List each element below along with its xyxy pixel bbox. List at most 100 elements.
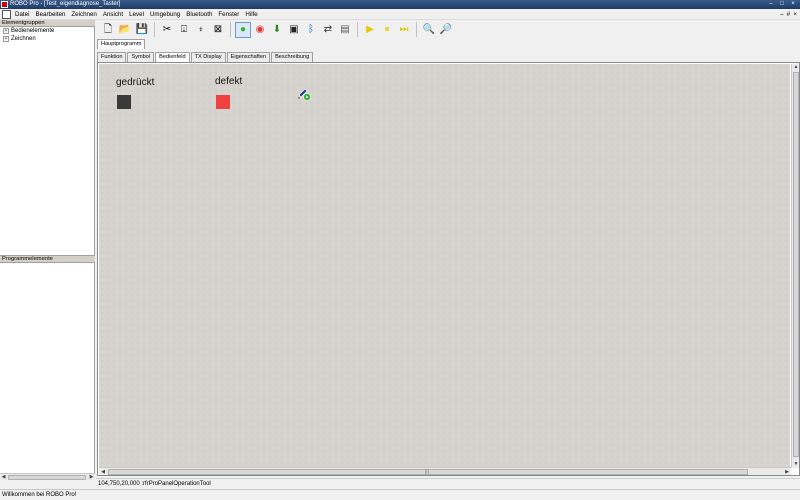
menu-ansicht[interactable]: Ansicht — [100, 9, 126, 20]
stop-button[interactable]: ◉ — [252, 22, 268, 38]
toolbar-separator — [416, 22, 417, 37]
com-usb-icon: ⇄ — [323, 23, 333, 35]
program-elements-panel: Programmelemente — [0, 255, 95, 480]
new-file-icon: 🗋 — [103, 23, 113, 35]
copy-subprogram-icon: ⍖ — [198, 23, 204, 35]
cut-button[interactable]: ✂ — [159, 22, 175, 38]
expand-icon[interactable]: + — [3, 28, 9, 34]
menu-level[interactable]: Level — [126, 9, 147, 20]
menu-datei[interactable]: Datei — [12, 9, 32, 20]
window-controls: – □ × — [766, 0, 798, 9]
scroll-down-icon[interactable]: ▼ — [792, 461, 800, 468]
open-folder-icon: 📂 — [118, 23, 132, 35]
scrollbar-thumb[interactable] — [793, 72, 799, 457]
program-elements-header: Programmelemente — [0, 256, 95, 263]
panel-canvas[interactable]: gedrückt defekt — [99, 64, 790, 468]
delete-subprogram-button[interactable]: ⊠ — [210, 22, 226, 38]
element-groups-header: Elementgruppen — [0, 20, 95, 27]
menu-bearbeiten[interactable]: Bearbeiten — [32, 9, 68, 20]
cut-icon: ✂ — [162, 23, 172, 35]
tree-item-bedienelemente[interactable]: + Bedienelemente — [0, 27, 95, 35]
menu-fenster[interactable]: Fenster — [215, 9, 242, 20]
stop-icon: ◉ — [255, 23, 265, 35]
panel-editor: gedrückt defekt ▲ ▼ ◀ ||| ▶ — [97, 62, 800, 476]
tab-eigenschaften[interactable]: Eigenschaften — [226, 52, 271, 62]
tree-item-label: Bedienelemente — [11, 28, 55, 34]
operation-tool-cursor-icon — [296, 86, 312, 102]
toolbar: 🗋 📂 💾 ✂ ⍗ ⍖ ⊠ ● ◉ ⬇ ▣ ᛒ ⇄ ▤ ▶ ⏸ ⏭ 🔍 🔎 — [96, 20, 800, 39]
save-icon: 💾 — [135, 23, 149, 35]
delete-subprogram-icon: ⊠ — [213, 23, 223, 35]
menu-zeichnen[interactable]: Zeichnen — [68, 9, 99, 20]
mdi-restore-button[interactable]: # — [787, 9, 791, 20]
open-folder-button[interactable]: 📂 — [117, 22, 133, 38]
save-button[interactable]: 💾 — [134, 22, 150, 38]
menu-umgebung[interactable]: Umgebung — [147, 9, 183, 20]
menu-hilfe[interactable]: Hilfe — [242, 9, 260, 20]
vertical-scrollbar[interactable]: ▲ ▼ — [791, 64, 799, 468]
left-horizontal-scrollbar[interactable]: ◀ ▶ — [0, 473, 95, 480]
scroll-left-icon[interactable]: ◀ — [99, 468, 107, 476]
start-icon: ● — [239, 23, 247, 35]
zoom-out-button[interactable]: 🔍 — [421, 22, 437, 38]
bluetooth-button[interactable]: ᛒ — [303, 22, 319, 38]
tab-beschreibung[interactable]: Beschreibung — [271, 52, 314, 62]
step-icon: ⏭ — [399, 23, 409, 35]
scroll-up-icon[interactable]: ▲ — [792, 64, 800, 71]
left-panel: Elementgruppen + Bedienelemente + Zeichn… — [0, 20, 95, 480]
view-tabs: Funktion Symbol Bedienfeld TX Display Ei… — [97, 52, 314, 62]
scrollbar-thumb[interactable]: ||| — [108, 469, 748, 475]
element-groups-panel: Elementgruppen + Bedienelemente + Zeichn… — [0, 20, 95, 255]
document-icon[interactable] — [2, 10, 11, 19]
new-subprogram-button[interactable]: ⍗ — [176, 22, 192, 38]
play-icon: ▶ — [366, 23, 374, 35]
robotx-icon: ▣ — [289, 23, 299, 35]
window-icon: ▤ — [340, 23, 350, 35]
play-button[interactable]: ▶ — [362, 22, 378, 38]
zoom-in-button[interactable]: 🔎 — [438, 22, 454, 38]
minimize-button[interactable]: – — [766, 0, 776, 8]
indicator-label-gedrueckt[interactable]: gedrückt — [116, 77, 154, 88]
toolbar-separator — [154, 22, 155, 37]
mdi-close-button[interactable]: × — [793, 9, 797, 20]
scroll-right-icon[interactable]: ▶ — [88, 474, 95, 481]
tab-bedienfeld[interactable]: Bedienfeld — [155, 52, 190, 62]
editor-status-bar: 104,750,20,000 :rfrProPanelOperationTool — [96, 478, 800, 488]
mdi-controls: – # × — [780, 9, 797, 20]
menu-bar: Datei Bearbeiten Zeichnen Ansicht Level … — [0, 9, 800, 20]
scrollbar-thumb[interactable] — [8, 475, 86, 480]
mdi-minimize-button[interactable]: – — [780, 9, 784, 20]
scroll-right-icon[interactable]: ▶ — [783, 468, 791, 476]
window-button[interactable]: ▤ — [337, 22, 353, 38]
start-button[interactable]: ● — [235, 21, 251, 38]
expand-icon[interactable]: + — [3, 36, 9, 42]
tree-item-label: Zeichnen — [11, 36, 36, 42]
close-button[interactable]: × — [788, 0, 798, 8]
maximize-button[interactable]: □ — [777, 0, 787, 8]
menu-bluetooth[interactable]: Bluetooth — [183, 9, 215, 20]
tab-symbol[interactable]: Symbol — [127, 52, 155, 62]
tab-funktion[interactable]: Funktion — [97, 52, 127, 62]
app-icon — [1, 1, 8, 8]
indicator-led-defekt[interactable] — [216, 95, 230, 109]
com-usb-button[interactable]: ⇄ — [320, 22, 336, 38]
app-status-bar: Willkommen bei ROBO Pro! — [0, 489, 800, 500]
scroll-left-icon[interactable]: ◀ — [0, 474, 7, 481]
zoom-in-icon: 🔎 — [439, 23, 453, 35]
program-tabs: Hauptprogramm — [97, 39, 146, 49]
new-file-button[interactable]: 🗋 — [100, 22, 116, 38]
copy-subprogram-button[interactable]: ⍖ — [193, 22, 209, 38]
tab-tx-display[interactable]: TX Display — [190, 52, 226, 62]
download-button[interactable]: ⬇ — [269, 22, 285, 38]
indicator-label-defekt[interactable]: defekt — [215, 76, 242, 87]
step-button[interactable]: ⏭ — [396, 22, 412, 38]
grip-icon: ||| — [425, 469, 429, 475]
zoom-out-icon: 🔍 — [422, 23, 436, 35]
pause-button[interactable]: ⏸ — [379, 22, 395, 38]
new-subprogram-icon: ⍗ — [181, 23, 187, 35]
tree-item-zeichnen[interactable]: + Zeichnen — [0, 35, 95, 43]
horizontal-scrollbar[interactable]: ◀ ||| ▶ — [99, 467, 791, 475]
robotx-button[interactable]: ▣ — [286, 22, 302, 38]
tab-hauptprogramm[interactable]: Hauptprogramm — [97, 39, 146, 49]
indicator-led-gedrueckt[interactable] — [117, 95, 131, 109]
